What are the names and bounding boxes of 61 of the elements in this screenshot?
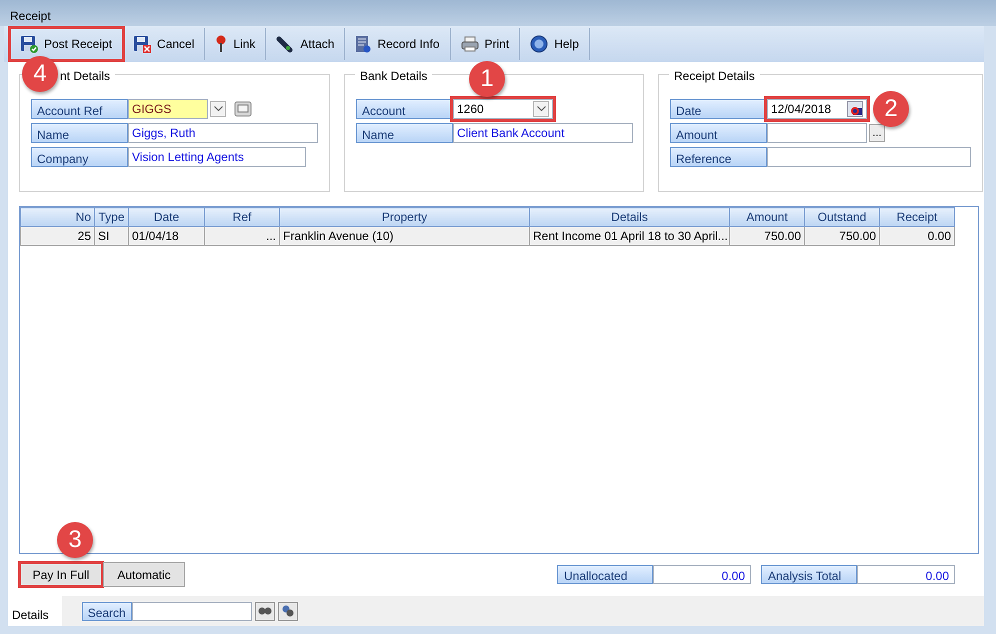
table-cell: Rent Income 01 April 18 to 30 April...	[530, 226, 730, 246]
column-header[interactable]: Ref	[204, 208, 280, 226]
action-button[interactable]: Pay In Full	[19, 562, 103, 587]
combo-box[interactable]: GIGGS	[128, 99, 208, 119]
input-field[interactable]	[767, 147, 971, 167]
action-button[interactable]: Automatic	[103, 562, 185, 587]
calendar-icon[interactable]	[847, 101, 863, 117]
combo-box[interactable]: 1260	[453, 99, 553, 119]
toolbar-button[interactable]: Link	[205, 28, 266, 60]
dropdown-button[interactable]	[210, 101, 226, 117]
lookup-icon[interactable]	[234, 101, 252, 117]
total-field: 0.00	[857, 565, 955, 584]
field-label: Company	[31, 147, 128, 167]
toolbar-button[interactable]: Help	[520, 28, 590, 60]
search-label: Search	[82, 602, 132, 620]
date-field[interactable]: 12/04/2018	[767, 99, 867, 119]
column-header[interactable]: Type	[94, 208, 128, 226]
dropdown-button[interactable]	[533, 101, 549, 117]
table-cell: 0.00	[880, 226, 954, 246]
total-field: 0.00	[653, 565, 751, 584]
total-label: Unallocated	[557, 565, 653, 584]
toolbar-button[interactable]: Post Receipt	[10, 28, 124, 60]
table-cell: ...	[204, 226, 280, 246]
field-label: Account Ref	[31, 99, 128, 119]
field-label: Name	[31, 123, 128, 143]
field-label: Amount	[670, 123, 767, 143]
field-label: Name	[356, 123, 453, 143]
table-cell: Franklin Avenue (10)	[280, 226, 530, 246]
window-title: Receipt	[0, 0, 996, 26]
caret-icon	[536, 106, 546, 112]
column-header[interactable]: Date	[128, 208, 204, 226]
pin-icon	[215, 35, 228, 53]
toolbar-button[interactable]: Cancel	[123, 28, 206, 60]
input-field[interactable]	[767, 123, 867, 143]
table-cell: 01/04/18	[128, 226, 204, 246]
ellipsis-button[interactable]: ...	[869, 124, 885, 142]
field-label: Date	[670, 99, 767, 119]
table-cell: SI	[94, 226, 128, 246]
field-label: Reference	[670, 147, 767, 167]
input-field[interactable]: Client Bank Account	[453, 123, 633, 143]
search-field[interactable]	[132, 602, 252, 620]
printer-icon	[460, 36, 478, 52]
column-header[interactable]: Property	[280, 208, 530, 226]
toolbar-button[interactable]: Print	[450, 28, 520, 60]
document-icon	[355, 35, 372, 53]
column-header[interactable]: Receipt	[880, 208, 954, 226]
table-cell: 750.00	[730, 226, 804, 246]
input-field[interactable]: Vision Letting Agents	[128, 147, 306, 167]
column-header[interactable]: Details	[530, 208, 730, 226]
toolbar-button[interactable]: Record Info	[345, 28, 450, 60]
field-label: Account	[356, 99, 453, 119]
column-header[interactable]: Amount	[730, 208, 804, 226]
total-label: Analysis Total	[761, 565, 857, 584]
table-cell: 25	[20, 226, 94, 246]
input-field[interactable]: Giggs, Ruth	[128, 123, 318, 143]
caret-icon	[214, 106, 222, 112]
table-cell: 750.00	[804, 226, 880, 246]
column-header[interactable]: Outstand	[804, 208, 880, 226]
column-header[interactable]: No	[20, 208, 94, 226]
toolbar-button[interactable]: Attach	[266, 28, 346, 60]
tab[interactable]: Details	[8, 596, 62, 626]
